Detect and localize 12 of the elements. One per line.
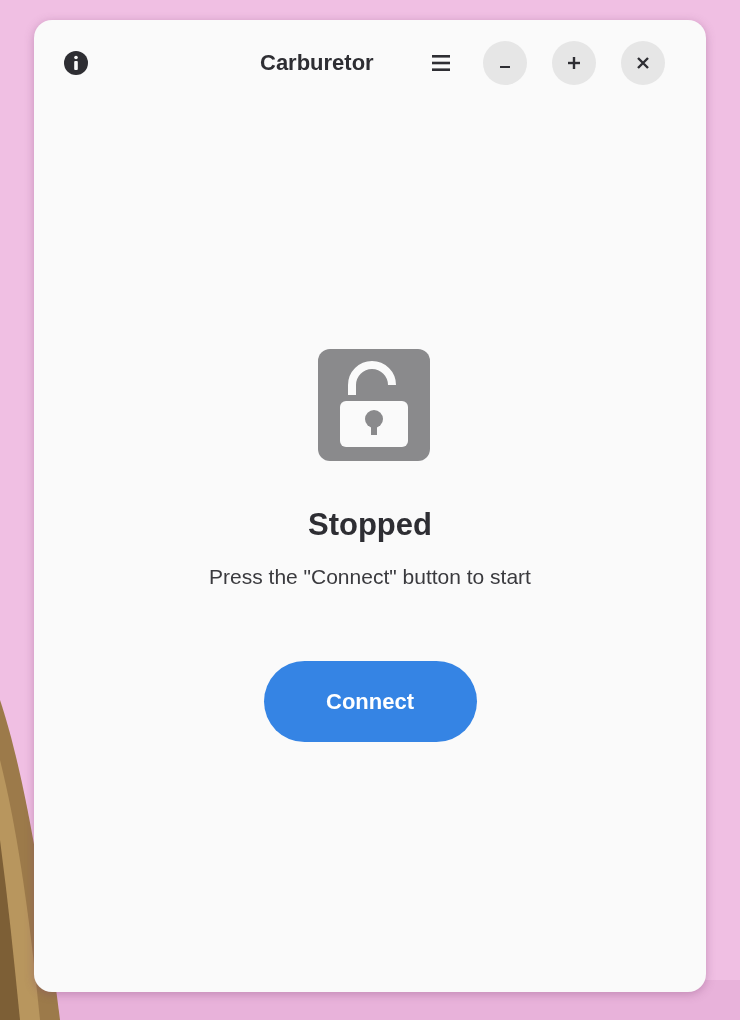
close-button[interactable] (620, 41, 665, 85)
connect-button[interactable]: Connect (263, 661, 477, 742)
plus-icon (566, 56, 581, 70)
menu-icon[interactable] (431, 55, 450, 71)
maximize-button[interactable] (551, 41, 596, 85)
info-icon[interactable] (64, 51, 88, 75)
unlocked-padlock-icon (318, 349, 430, 461)
status-message: Press the "Connect" button to start (209, 565, 531, 589)
close-icon (635, 56, 650, 70)
status-title: Stopped (308, 507, 432, 543)
minimize-icon (499, 65, 510, 69)
window-title: Carburetor (260, 50, 374, 76)
